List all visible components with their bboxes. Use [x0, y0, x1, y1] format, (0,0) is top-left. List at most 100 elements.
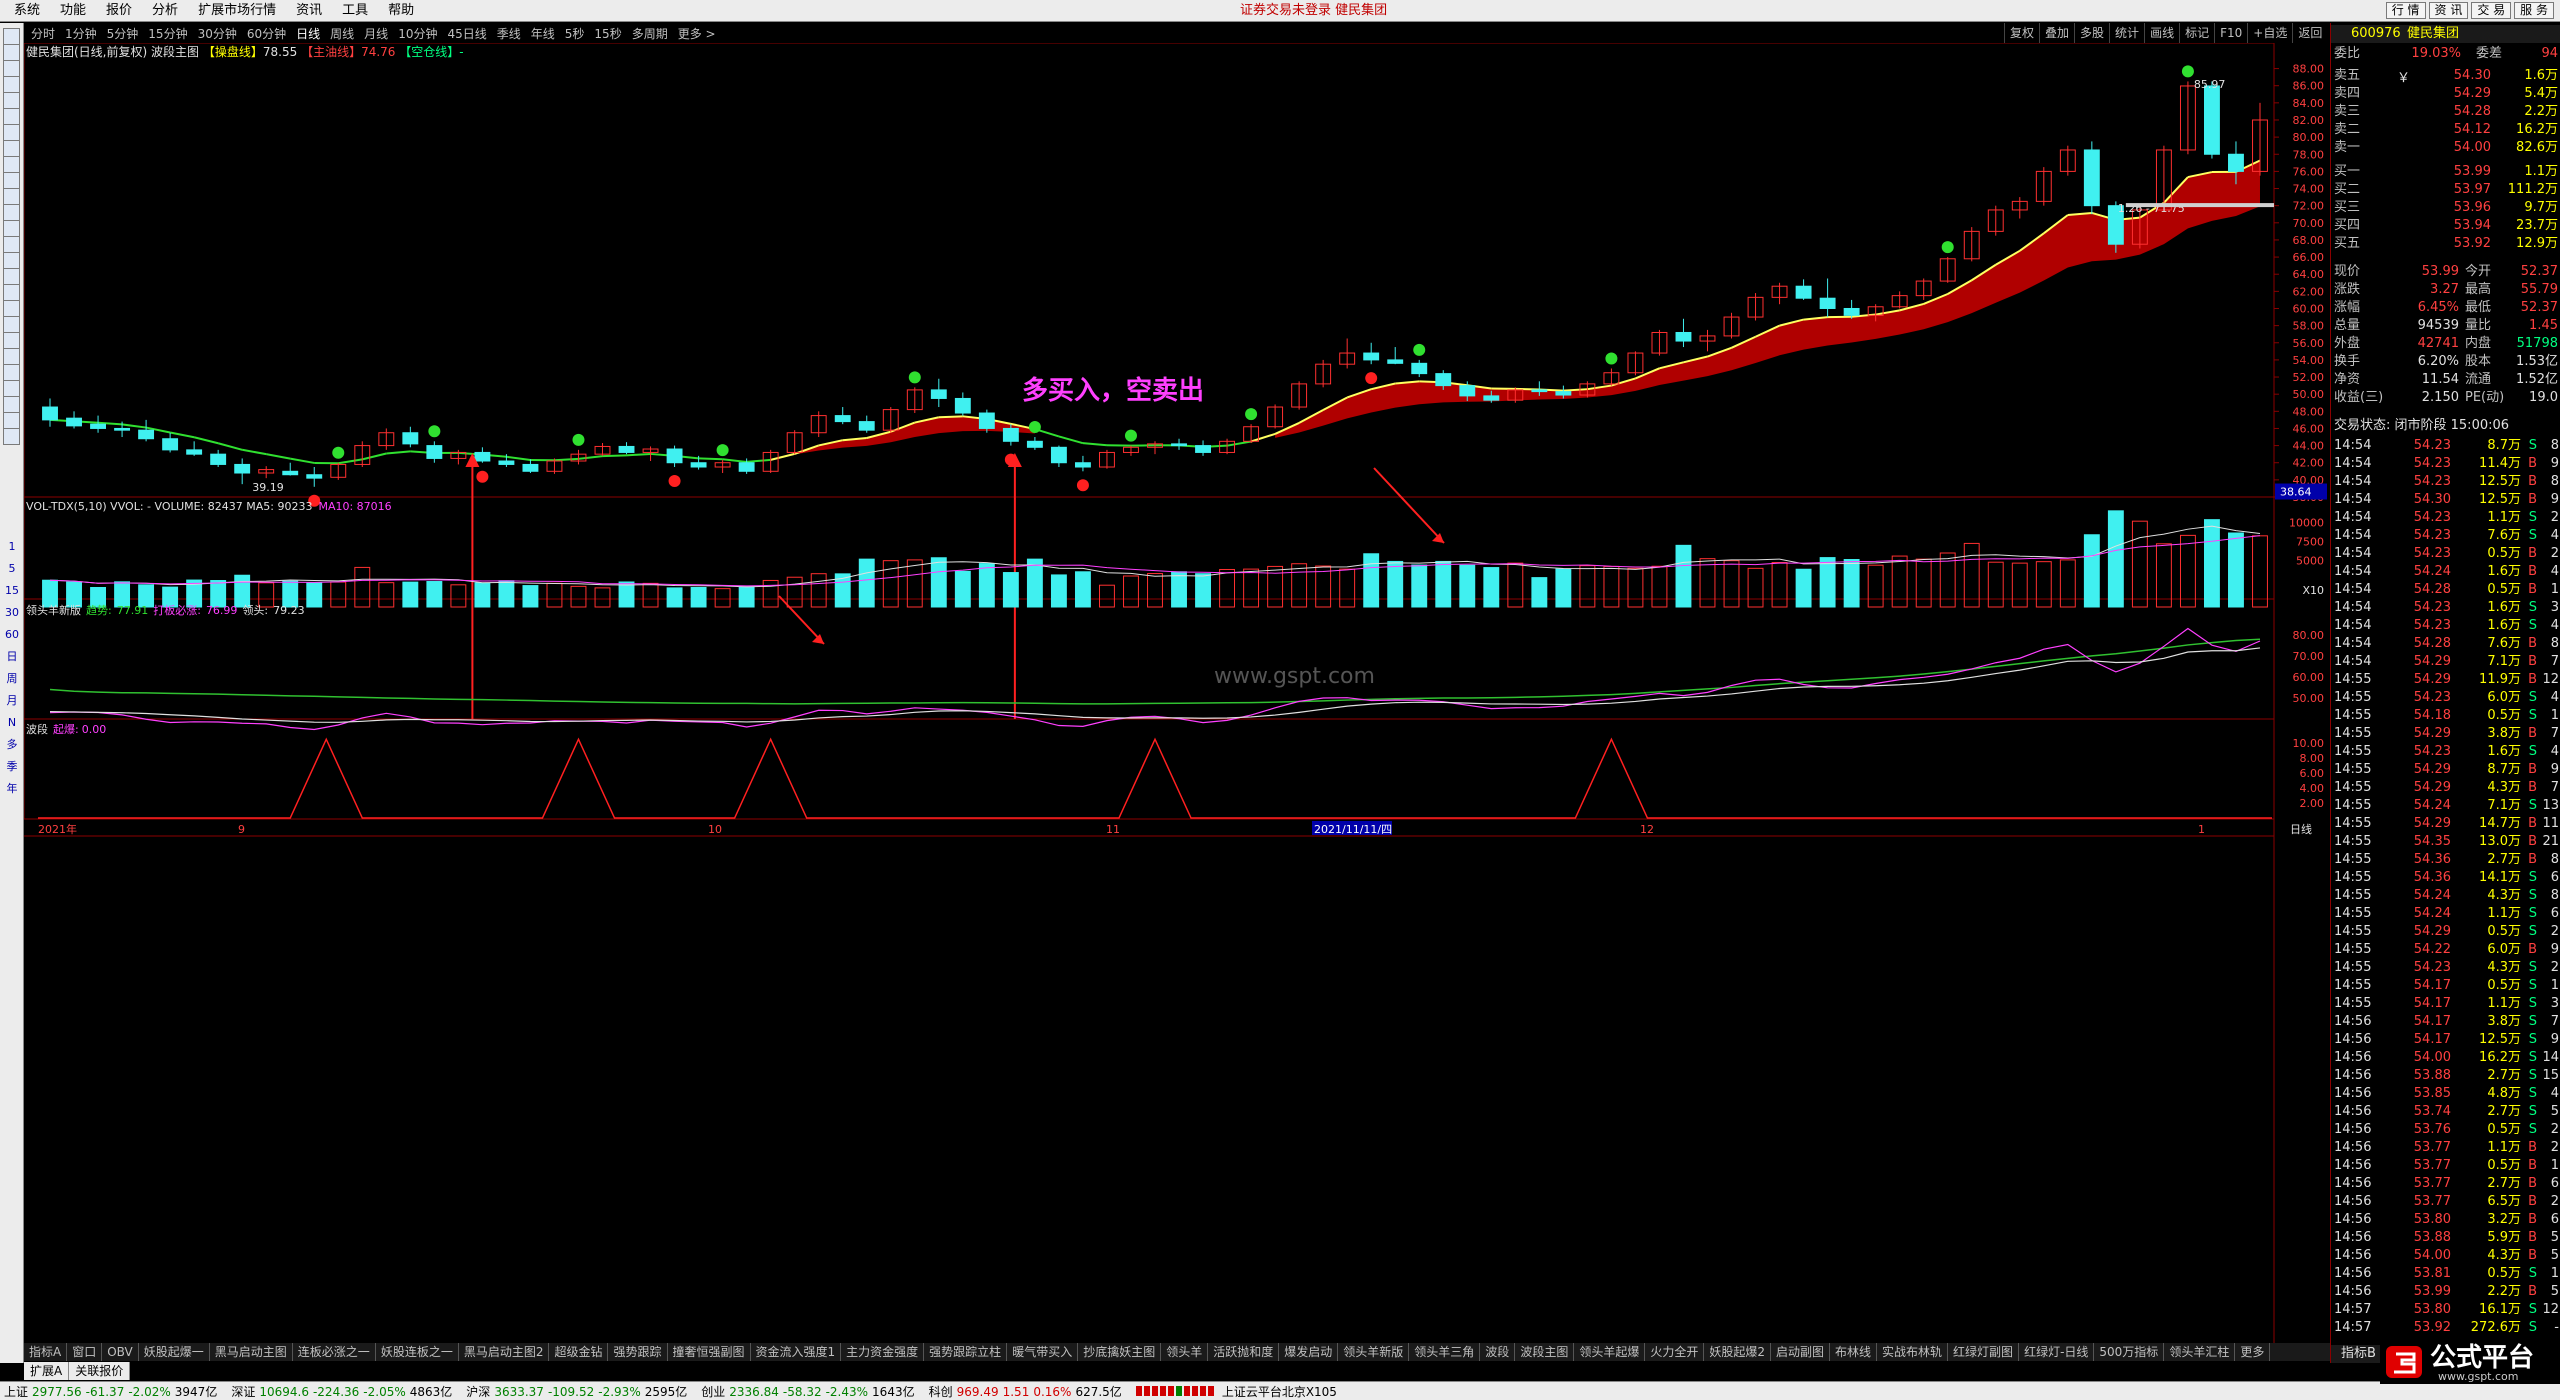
- related-quote-tab[interactable]: 关联报价: [69, 1362, 131, 1380]
- indicator-tab-1[interactable]: 窗口: [67, 1343, 103, 1361]
- menu-news[interactable]: 资讯: [286, 0, 332, 22]
- extra-tab-a[interactable]: 扩展A: [24, 1362, 70, 1380]
- toolbar-icon-10[interactable]: [3, 188, 20, 205]
- indicator-tab-25[interactable]: 妖股起爆2: [1704, 1343, 1771, 1361]
- indicator-tab-7[interactable]: 黑马启动主图2: [459, 1343, 550, 1361]
- toolbar-icon-7[interactable]: [3, 140, 20, 157]
- indicator-tab-16[interactable]: 领头羊: [1161, 1343, 1209, 1361]
- toolbar-icon-21[interactable]: [3, 364, 20, 381]
- indicator-tab-28[interactable]: 实战布林轨: [1877, 1343, 1949, 1361]
- toolbar-icon-18[interactable]: [3, 316, 20, 333]
- indicator-tab-17[interactable]: 活跃抛和度: [1208, 1343, 1280, 1361]
- indicator-tab-24[interactable]: 火力全开: [1645, 1343, 1705, 1361]
- indicator-tab-20[interactable]: 领头羊三角: [1409, 1343, 1481, 1361]
- period-4[interactable]: 30分钟: [193, 25, 242, 42]
- news-button[interactable]: 资 讯: [2428, 2, 2469, 19]
- period-10[interactable]: 45日线: [442, 25, 491, 42]
- period-12[interactable]: 年线: [526, 25, 560, 42]
- period-8[interactable]: 月线: [359, 25, 393, 42]
- right-tab-0[interactable]: 指标B: [2341, 1345, 2376, 1363]
- period-5[interactable]: 60分钟: [242, 25, 291, 42]
- trade-button[interactable]: 交 易: [2471, 2, 2512, 19]
- toolbar-icon-16[interactable]: [3, 284, 20, 301]
- chart-tool-4[interactable]: 画线: [2144, 23, 2179, 43]
- toolbar-icon-2[interactable]: [3, 60, 20, 77]
- toolbar-icon-14[interactable]: [3, 252, 20, 269]
- toolbar-icon-5[interactable]: [3, 108, 20, 125]
- indicator-tab-10[interactable]: 撞奢恒强副图: [668, 1343, 751, 1361]
- period-11[interactable]: 季线: [492, 25, 526, 42]
- period-3[interactable]: 15分钟: [143, 25, 192, 42]
- menu-help[interactable]: 帮助: [378, 0, 424, 22]
- period-2[interactable]: 5分钟: [102, 25, 144, 42]
- toolbar-icon-12[interactable]: [3, 220, 20, 237]
- chart-tool-0[interactable]: 复权: [2004, 23, 2039, 43]
- period-6[interactable]: 日线: [291, 25, 325, 42]
- market-button[interactable]: 行 情: [2385, 2, 2426, 19]
- indicator-tab-5[interactable]: 连板必涨之一: [293, 1343, 376, 1361]
- period-shortcut-0[interactable]: 1: [2, 538, 22, 556]
- chart-tool-6[interactable]: F10: [2214, 23, 2247, 43]
- indicator-tab-32[interactable]: 领头羊汇柱: [2164, 1343, 2236, 1361]
- period-16[interactable]: 更多 >: [673, 25, 721, 42]
- menu-function[interactable]: 功能: [50, 0, 96, 22]
- indicator-tab-14[interactable]: 暖气带买入: [1007, 1343, 1079, 1361]
- menu-tools[interactable]: 工具: [332, 0, 378, 22]
- period-15[interactable]: 多周期: [627, 25, 673, 42]
- period-shortcut-9[interactable]: 多: [2, 736, 22, 754]
- toolbar-icon-4[interactable]: [3, 92, 20, 109]
- indicator-tab-12[interactable]: 主力资金强度: [841, 1343, 925, 1361]
- period-shortcut-10[interactable]: 季: [2, 758, 22, 776]
- chart-tool-2[interactable]: 多股: [2074, 23, 2109, 43]
- indicator-tab-19[interactable]: 领头羊新版: [1338, 1343, 1410, 1361]
- period-9[interactable]: 10分钟: [393, 25, 442, 42]
- toolbar-icon-6[interactable]: [3, 124, 20, 141]
- indicator-tab-4[interactable]: 黑马启动主图: [210, 1343, 293, 1361]
- toolbar-icon-25[interactable]: [3, 428, 20, 445]
- indicator-tab-23[interactable]: 领头羊起爆: [1574, 1343, 1646, 1361]
- toolbar-icon-11[interactable]: [3, 204, 20, 221]
- toolbar-icon-9[interactable]: [3, 172, 20, 189]
- period-1[interactable]: 1分钟: [60, 25, 102, 42]
- period-shortcut-11[interactable]: 年: [2, 780, 22, 798]
- period-shortcut-6[interactable]: 周: [2, 670, 22, 688]
- indicator-tab-18[interactable]: 爆发启动: [1279, 1343, 1339, 1361]
- toolbar-icon-13[interactable]: [3, 236, 20, 253]
- period-shortcut-2[interactable]: 15: [2, 582, 22, 600]
- period-7[interactable]: 周线: [325, 25, 359, 42]
- toolbar-icon-24[interactable]: [3, 412, 20, 429]
- indicator-tab-33[interactable]: 更多: [2235, 1343, 2271, 1361]
- chart-tool-8[interactable]: 返回: [2292, 23, 2327, 43]
- service-button[interactable]: 服 务: [2514, 2, 2554, 19]
- toolbar-icon-3[interactable]: [3, 76, 20, 93]
- indicator-tab-8[interactable]: 超级金钻: [549, 1343, 609, 1361]
- toolbar-icon-20[interactable]: [3, 348, 20, 365]
- indicator-tab-9[interactable]: 强势跟踪: [608, 1343, 668, 1361]
- menu-extended-market[interactable]: 扩展市场行情: [188, 0, 286, 22]
- indicator-tab-6[interactable]: 妖股连板之一: [376, 1343, 459, 1361]
- chart-area[interactable]: 健民集团(日线,前复权) 波段主图 【操盘线】78.55 【主油线】74.76 …: [24, 43, 2330, 1343]
- chart-tool-1[interactable]: 叠加: [2039, 23, 2074, 43]
- period-14[interactable]: 15秒: [589, 25, 626, 42]
- toolbar-icon-15[interactable]: [3, 268, 20, 285]
- menu-analysis[interactable]: 分析: [142, 0, 188, 22]
- indicator-tab-15[interactable]: 抄底擒妖主图: [1078, 1343, 1162, 1361]
- indicator-tab-21[interactable]: 波段: [1480, 1343, 1516, 1361]
- chart-tool-7[interactable]: +自选: [2247, 23, 2292, 43]
- indicator-tab-3[interactable]: 妖股起爆一: [139, 1343, 210, 1361]
- chart-tool-3[interactable]: 统计: [2109, 23, 2144, 43]
- chart-tool-5[interactable]: 标记: [2179, 23, 2214, 43]
- period-13[interactable]: 5秒: [560, 25, 590, 42]
- toolbar-icon-23[interactable]: [3, 396, 20, 413]
- indicator-tab-27[interactable]: 布林线: [1830, 1343, 1878, 1361]
- indicator-tab-0[interactable]: 指标A: [24, 1343, 68, 1361]
- period-shortcut-8[interactable]: N: [2, 714, 22, 732]
- indicator-tab-30[interactable]: 红绿灯-日线: [2019, 1343, 2095, 1361]
- indicator-tab-22[interactable]: 波段主图: [1515, 1343, 1575, 1361]
- indicator-tab-13[interactable]: 强势跟踪立柱: [924, 1343, 1008, 1361]
- menu-system[interactable]: 系统: [4, 0, 50, 22]
- menu-quote[interactable]: 报价: [96, 0, 142, 22]
- indicator-tab-2[interactable]: OBV: [102, 1343, 139, 1361]
- toolbar-icon-0[interactable]: [3, 28, 20, 45]
- indicator-tab-11[interactable]: 资金流入强度1: [751, 1343, 842, 1361]
